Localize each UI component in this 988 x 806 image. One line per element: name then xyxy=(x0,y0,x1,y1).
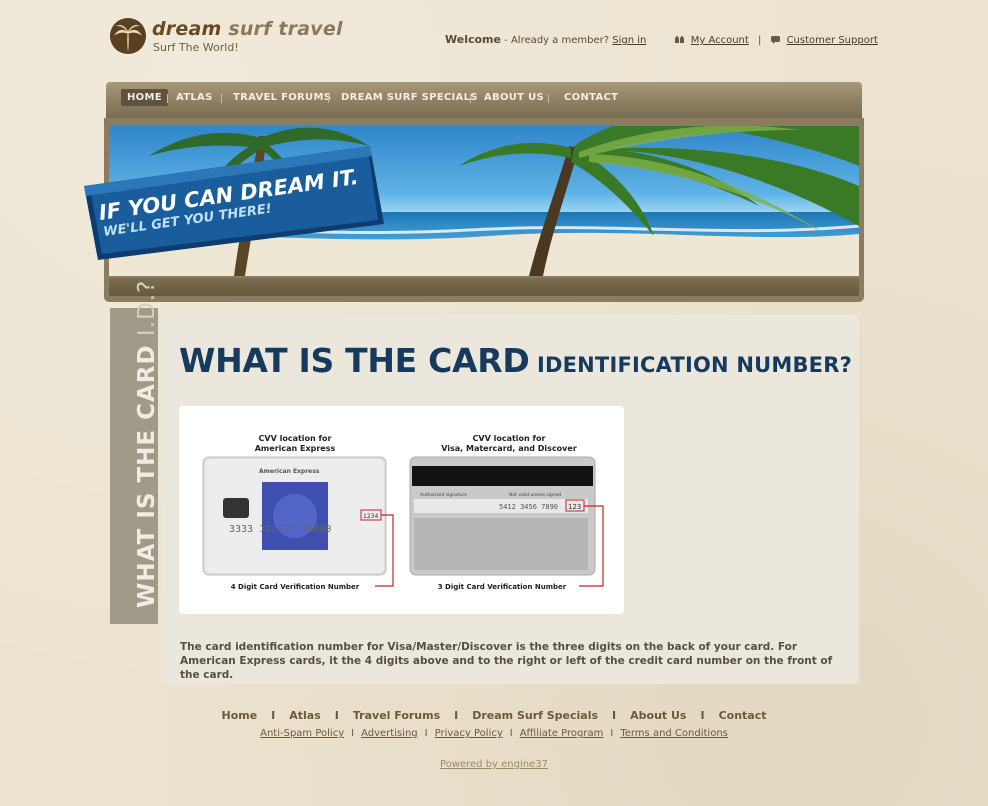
customer-support-link[interactable]: Customer Support xyxy=(787,35,878,46)
visa-diagram-title: CVV location for xyxy=(473,434,546,443)
footer-link-atlas[interactable]: Atlas xyxy=(289,709,321,722)
main-content: WHAT IS THE CARD IDENTIFICATION NUMBER? … xyxy=(161,315,859,684)
nav-home[interactable]: HOME xyxy=(121,89,168,106)
nav-divider xyxy=(328,94,329,103)
footer-links-separator: I xyxy=(351,728,355,739)
visa-diagram-subtitle: Visa, Matercard, and Discover xyxy=(441,444,577,453)
member-prompt: - Already a member? xyxy=(500,35,613,46)
cvv-location-diagram: CVV location for American Express Americ… xyxy=(179,406,624,614)
nav-divider xyxy=(548,94,549,103)
visa-card-digits: 5412 3456 7890 xyxy=(499,503,558,511)
amex-cvv-caption: 4 Digit Card Verification Number xyxy=(231,583,360,591)
anti-spam-policy-link[interactable]: Anti-Spam Policy xyxy=(260,728,344,739)
nav-dream-surf-specials[interactable]: DREAM SURF SPECIALS xyxy=(341,92,478,103)
footer-links-separator: I xyxy=(424,728,428,739)
footer-link-home[interactable]: Home xyxy=(221,709,257,722)
footer-nav-separator: I xyxy=(334,709,339,722)
amex-brand-label: American Express xyxy=(259,468,320,475)
nav-contact[interactable]: CONTACT xyxy=(564,92,618,103)
footer-nav-separator: I xyxy=(612,709,617,722)
signature-label: Authorized signature xyxy=(420,492,467,498)
welcome-text: Welcome xyxy=(445,33,501,46)
powered-by-link[interactable]: Powered by engine37 xyxy=(0,759,988,770)
footer-nav: Home I Atlas I Travel Forums I Dream Surf Spec… xyxy=(0,709,988,722)
nav-divider xyxy=(470,94,471,103)
footer-nav-separator: I xyxy=(271,709,276,722)
brand-name: dream surf travel xyxy=(152,18,343,40)
footer-link-contact[interactable]: Contact xyxy=(719,709,767,722)
footer-policy-links: Anti-Spam Policy I Advertising I Privacy Pol… xyxy=(0,728,988,739)
cvv-explanation: The card identification number for Visa/… xyxy=(180,641,833,681)
amex-diagram-title: CVV location for xyxy=(259,434,332,443)
page-title: WHAT IS THE CARD IDENTIFICATION NUMBER? xyxy=(179,341,852,380)
sidebar-label-panel: WHAT IS THE CARD I.D.? xyxy=(110,280,160,624)
support-chat-icon xyxy=(770,36,780,44)
footer-links-separator: I xyxy=(610,728,614,739)
nav-atlas[interactable]: ATLAS xyxy=(176,92,213,103)
footer-nav-separator: I xyxy=(454,709,459,722)
amex-cvv-code: 1234 xyxy=(363,513,378,520)
amex-diagram-subtitle: American Express xyxy=(255,444,336,453)
visa-cvv-code: 123 xyxy=(568,503,581,511)
main-navbar: HOME ATLAS TRAVEL FORUMS DREAM SURF SPEC… xyxy=(106,82,862,118)
affiliate-program-link[interactable]: Affiliate Program xyxy=(520,728,604,739)
banner-bottom-strip xyxy=(109,278,859,296)
footer-link-travel-forums[interactable]: Travel Forums xyxy=(353,709,440,722)
visa-cvv-caption: 3 Digit Card Verification Number xyxy=(438,583,567,591)
toplinks-separator: | xyxy=(758,35,762,46)
amex-card-number: 3333 122222 20000 xyxy=(229,524,331,535)
advertising-link[interactable]: Advertising xyxy=(361,728,418,739)
signature-note: Not valid unless signed xyxy=(509,492,561,498)
footer-link-dream-surf-specials[interactable]: Dream Surf Specials xyxy=(472,709,598,722)
my-account-link[interactable]: My Account xyxy=(691,35,749,46)
nav-divider xyxy=(221,94,222,103)
terms-and-conditions-link[interactable]: Terms and Conditions xyxy=(620,728,728,739)
footer-links-separator: I xyxy=(509,728,513,739)
footer-link-about-us[interactable]: About Us xyxy=(630,709,686,722)
nav-divider xyxy=(167,94,168,103)
footer-nav-separator: I xyxy=(700,709,705,722)
account-links: Welcome - Already a member? Sign in My A… xyxy=(445,33,878,46)
palm-logo-icon xyxy=(110,18,146,54)
brand-tagline: Surf The World! xyxy=(153,41,239,54)
sign-in-link[interactable]: Sign in xyxy=(612,35,646,46)
site-logo[interactable]: dream surf travel Surf The World! xyxy=(110,18,370,58)
nav-travel-forums[interactable]: TRAVEL FORUMS xyxy=(233,92,331,103)
account-icon xyxy=(674,36,684,43)
slogan-badge: IF YOU CAN DREAM IT. WE'LL GET YOU THERE… xyxy=(84,146,384,260)
sidebar-title: WHAT IS THE CARD I.D.? xyxy=(134,279,160,608)
privacy-policy-link[interactable]: Privacy Policy xyxy=(435,728,503,739)
nav-about-us[interactable]: ABOUT US xyxy=(484,92,544,103)
